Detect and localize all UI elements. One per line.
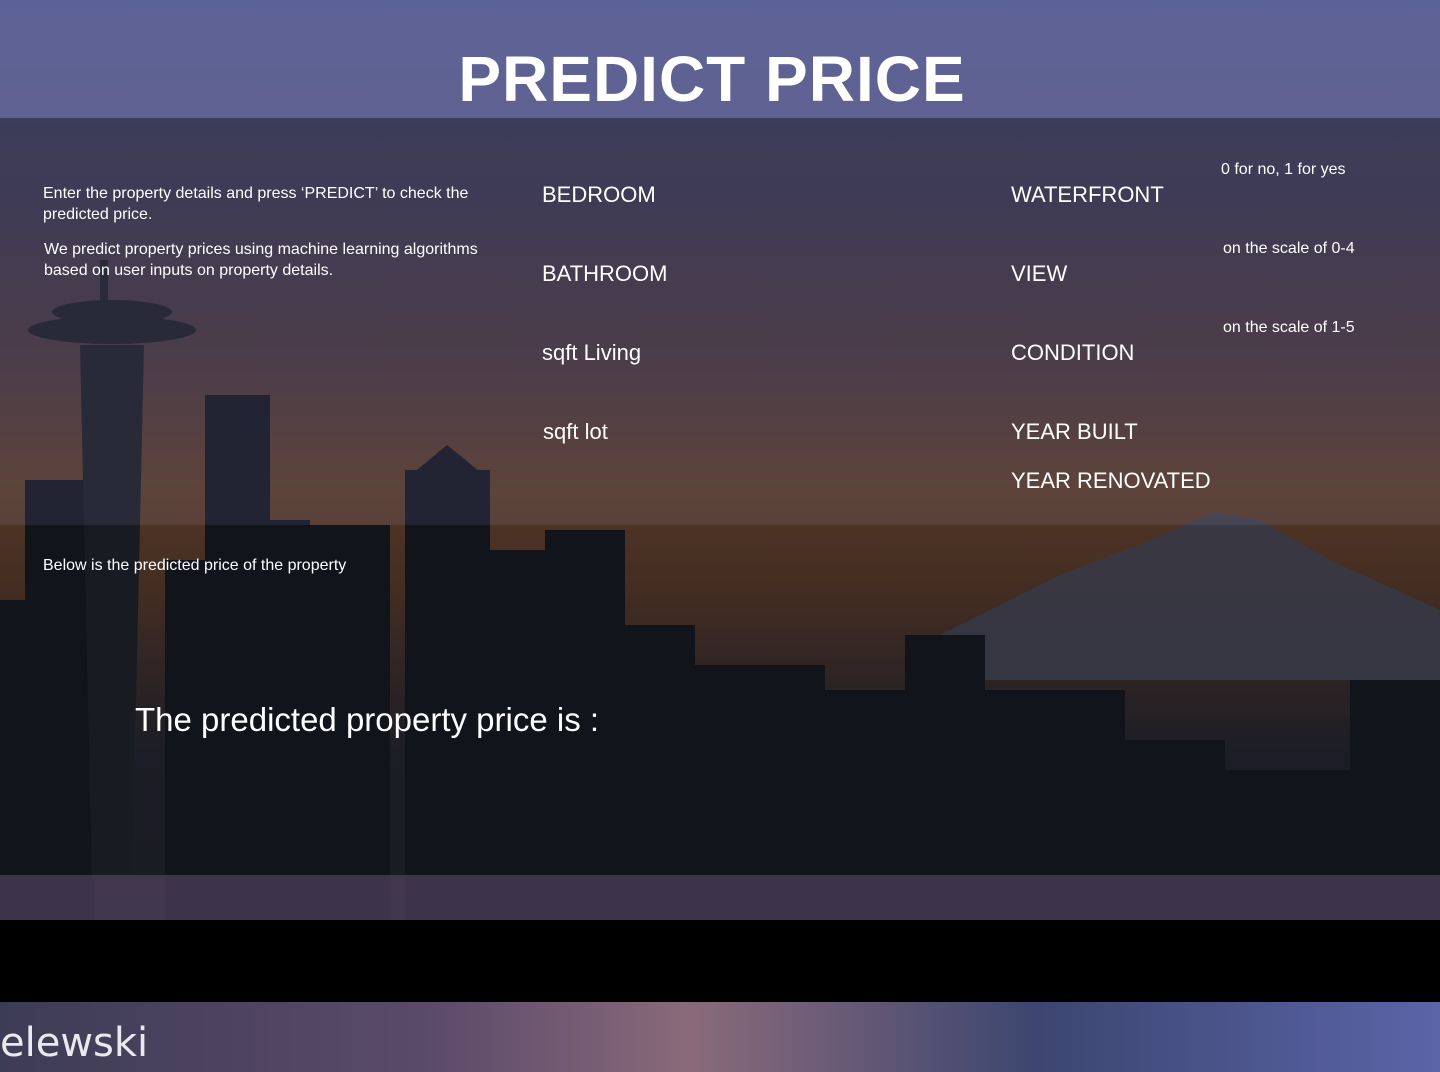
sqft-living-label: sqft Living bbox=[542, 340, 642, 365]
sqft-lot-input[interactable] bbox=[700, 417, 964, 449]
waterfront-label: WATERFRONT bbox=[1011, 182, 1164, 207]
result-intro-text: Below is the predicted price of the prop… bbox=[43, 557, 347, 574]
bottom-photo-strip bbox=[0, 1002, 1440, 1072]
year-renovated-input[interactable] bbox=[1210, 468, 1394, 500]
condition-hint: on the scale of 1-5 bbox=[1223, 319, 1355, 336]
view-label: VIEW bbox=[1011, 261, 1068, 286]
bathroom-input[interactable] bbox=[700, 259, 964, 291]
sqft-living-input[interactable] bbox=[700, 338, 964, 370]
year-built-label: YEAR BUILT bbox=[1011, 419, 1138, 444]
waterfront-hint: 0 for no, 1 for yes bbox=[1221, 161, 1346, 178]
waterfront-input[interactable] bbox=[1190, 184, 1394, 216]
year-built-input[interactable] bbox=[1190, 419, 1394, 451]
year-renovated-label: YEAR RENOVATED bbox=[1011, 468, 1211, 493]
view-input[interactable] bbox=[1190, 263, 1394, 295]
bedroom-input[interactable] bbox=[700, 180, 964, 212]
sqft-lot-label: sqft lot bbox=[543, 419, 608, 444]
result-panel bbox=[0, 525, 1440, 875]
condition-label: CONDITION bbox=[1011, 340, 1135, 365]
predicted-price-label: The predicted property price is : bbox=[135, 701, 600, 738]
condition-input[interactable] bbox=[1190, 342, 1394, 374]
bedroom-label: BEDROOM bbox=[542, 182, 656, 207]
photo-credit: elewski bbox=[0, 1020, 149, 1066]
bathroom-label: BATHROOM bbox=[542, 261, 668, 286]
page-title: PREDICT PRICE bbox=[458, 43, 966, 115]
view-hint: on the scale of 0-4 bbox=[1223, 240, 1355, 257]
instructions-text: Enter the property details and press ‘PR… bbox=[43, 185, 469, 223]
description-text: We predict property prices using machine… bbox=[44, 241, 478, 279]
black-bar bbox=[0, 920, 1440, 1002]
